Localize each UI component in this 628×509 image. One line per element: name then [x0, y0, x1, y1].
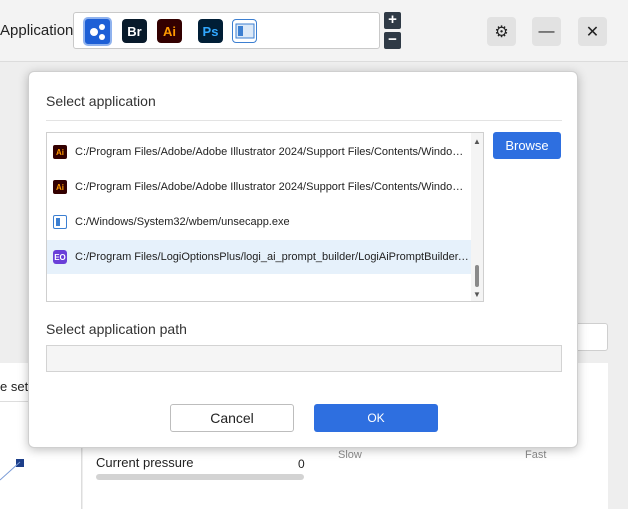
list-item-selected[interactable]: EO C:/Program Files/LogiOptionsPlus/logi…: [47, 240, 472, 274]
close-button[interactable]: ✕: [578, 17, 607, 46]
dialog-title: Select application: [46, 93, 156, 109]
add-application-button[interactable]: +: [384, 12, 401, 29]
scroll-up-icon[interactable]: ▲: [473, 137, 481, 146]
illustrator-icon: Ai: [53, 145, 67, 159]
list-item[interactable]: Ai C:/Program Files/Adobe/Adobe Illustra…: [47, 135, 472, 169]
slow-label: Slow: [338, 449, 362, 461]
application-list: Ai C:/Program Files/Adobe/Adobe Illustra…: [46, 132, 484, 302]
illustrator-icon[interactable]: Ai: [157, 19, 182, 43]
minimize-icon: —: [538, 22, 555, 40]
remove-application-button[interactable]: −: [384, 32, 401, 49]
current-pressure-value: 0: [298, 457, 305, 471]
application-path: C:/Windows/System32/wbem/unsecapp.exe: [75, 216, 290, 228]
list-item[interactable]: C:/Windows/System32/wbem/unsecapp.exe: [47, 205, 472, 239]
app-toolbar: Application: Br Ai Ps + − ⚙ — ✕: [0, 0, 628, 62]
application-strip: Br Ai Ps: [73, 12, 380, 49]
current-pressure-label: Current pressure: [96, 455, 194, 470]
settings-button[interactable]: ⚙: [487, 17, 516, 46]
ok-button[interactable]: OK: [314, 404, 438, 432]
application-path: C:/Program Files/LogiOptionsPlus/logi_ai…: [75, 251, 470, 263]
gear-icon: ⚙: [494, 23, 509, 41]
application-path-input[interactable]: [46, 345, 562, 372]
browse-button[interactable]: Browse: [493, 132, 561, 159]
list-scrollbar[interactable]: ▲ ▼: [471, 133, 483, 301]
photoshop-icon[interactable]: Ps: [198, 19, 223, 43]
close-icon: ✕: [585, 23, 600, 41]
logi-icon[interactable]: [83, 17, 112, 46]
scroll-thumb[interactable]: [475, 265, 479, 287]
background-input[interactable]: [575, 323, 608, 351]
application-path: C:/Program Files/Adobe/Adobe Illustrator…: [75, 181, 470, 193]
current-pressure-bar: [96, 474, 304, 480]
window-glyph: [56, 218, 60, 226]
cancel-button[interactable]: Cancel: [170, 404, 294, 432]
application-path: C:/Program Files/Adobe/Adobe Illustrator…: [75, 146, 470, 158]
select-application-dialog: Select application Ai C:/Program Files/A…: [28, 71, 578, 448]
scroll-down-icon[interactable]: ▼: [473, 290, 481, 299]
window-glyph: [235, 23, 254, 39]
window-icon: [53, 215, 67, 229]
window-icon[interactable]: [232, 19, 257, 43]
path-label: Select application path: [46, 321, 187, 337]
logi-glyph: [89, 23, 105, 40]
illustrator-icon: Ai: [53, 180, 67, 194]
fast-label: Fast: [525, 449, 547, 461]
dialog-separator: [46, 120, 562, 121]
list-item[interactable]: Ai C:/Program Files/Adobe/Adobe Illustra…: [47, 170, 472, 204]
minimize-button[interactable]: —: [532, 17, 561, 46]
logi-prompt-builder-icon: EO: [53, 250, 67, 264]
bridge-icon[interactable]: Br: [122, 19, 147, 43]
application-label: Application:: [0, 22, 78, 39]
